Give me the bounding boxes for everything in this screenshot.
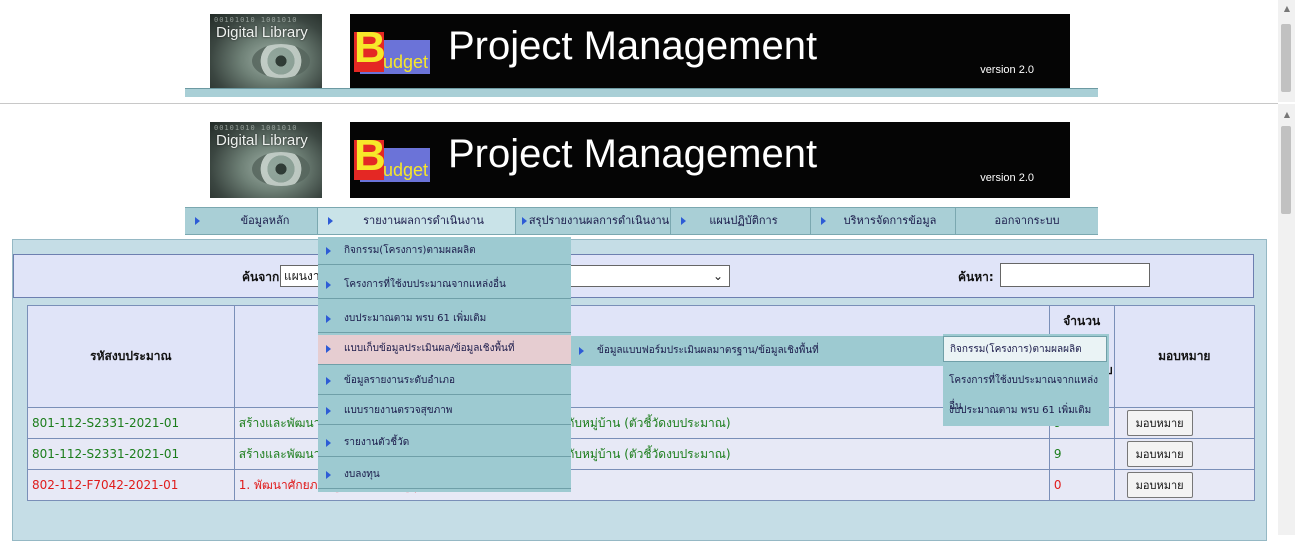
- menu-item-district-report[interactable]: ข้อมูลรายงานระดับอำเภอ: [318, 367, 571, 395]
- version-label: version 2.0: [980, 172, 1034, 184]
- logo-udget: udget: [383, 160, 429, 180]
- report-dropdown-menu: กิจกรรม(โครงการ)ตามผลผลิต โครงการที่ใช้ง…: [318, 237, 571, 492]
- logo-b: B: [354, 23, 386, 72]
- arrow-right-icon: [579, 347, 584, 355]
- budget-logo-banner: B udget Project Management version 2.0: [350, 14, 1070, 90]
- header-assign: มอบหมาย: [1113, 305, 1256, 408]
- submenu-item-budget-act-61[interactable]: งบประมาณตาม พรบ 61 เพิ่มเติม: [943, 398, 1109, 424]
- arrow-right-icon: [326, 407, 331, 415]
- binary-pattern: 00101010 1001010: [214, 16, 298, 24]
- assign-button[interactable]: มอบหมาย: [1126, 441, 1193, 467]
- scroll-up-icon[interactable]: ▲: [1281, 4, 1293, 13]
- nav-performance-summary[interactable]: สรุปรายงานผลการดำเนินงาน: [516, 208, 671, 234]
- table-row: 802-112-F7042-2021-01 1. พัฒนาศักยภาพผู้…: [27, 469, 1256, 501]
- budget-code-cell: 802-112-F7042-2021-01: [27, 469, 235, 501]
- top-frame-scroll-thumb[interactable]: [1281, 24, 1291, 92]
- arrow-right-icon: [821, 217, 826, 225]
- count-cell: 9: [1048, 438, 1115, 470]
- app-title: Project Management: [448, 132, 818, 176]
- nav-performance-report[interactable]: รายงานผลการดำเนินงาน: [318, 208, 516, 234]
- nav-master-data[interactable]: ข้อมูลหลัก: [185, 208, 318, 234]
- menu-item-activity-output[interactable]: กิจกรรม(โครงการ)ตามผลผลิต: [318, 237, 571, 265]
- arrow-right-icon: [522, 217, 527, 225]
- search-bar: ค้นจาก แผนงา ⌄ ค้นหา:: [13, 254, 1254, 298]
- menu-item-indicator-report[interactable]: รายงานตัวชี้วัด: [318, 429, 571, 457]
- version-label: version 2.0: [980, 64, 1034, 76]
- digital-library-label: Digital Library: [216, 24, 308, 41]
- arrow-right-icon: [326, 247, 331, 255]
- digital-library-label: Digital Library: [216, 132, 308, 149]
- menu-item-investment[interactable]: งบลงทุน: [318, 461, 571, 489]
- budget-logo-banner: B udget Project Management version 2.0: [350, 122, 1070, 198]
- nav-data-management[interactable]: บริหารจัดการข้อมูล: [811, 208, 956, 234]
- eye-icon: [252, 44, 310, 78]
- frame-divider: [0, 103, 1278, 104]
- search-input[interactable]: [1000, 263, 1150, 287]
- nav-logout[interactable]: ออกจากระบบ: [956, 208, 1098, 234]
- eye-icon: [252, 152, 310, 186]
- menu-item-budget-act-61[interactable]: งบประมาณตาม พรบ 61 เพิ่มเติม: [318, 305, 571, 333]
- arrow-right-icon: [326, 377, 331, 385]
- budget-code-cell: 801-112-S2331-2021-01: [27, 438, 235, 470]
- binary-pattern: 00101010 1001010: [214, 124, 298, 132]
- assign-button[interactable]: มอบหมาย: [1126, 472, 1193, 498]
- main-frame-scroll-thumb[interactable]: [1281, 126, 1291, 214]
- table-row: 801-112-S2331-2021-01 สร้างและพัฒนาผู้ น…: [27, 438, 1256, 470]
- evaluation-submenu: ข้อมูลแบบฟอร์มประเมินผลมาตรฐาน/ข้อมูลเชิ…: [571, 336, 943, 366]
- top-frame-banner: 00101010 1001010 Digital Library B udget…: [210, 14, 1070, 90]
- scroll-up-icon[interactable]: ▲: [1281, 110, 1293, 119]
- header-budget-code: รหัสงบประมาณ: [27, 305, 235, 408]
- arrow-right-icon: [326, 315, 331, 323]
- digital-library-image: 00101010 1001010 Digital Library: [210, 14, 322, 90]
- budget-code-cell: 801-112-S2331-2021-01: [27, 407, 235, 439]
- arrow-right-icon: [326, 471, 331, 479]
- logo-udget: udget: [383, 52, 429, 72]
- arrow-right-icon: [195, 217, 200, 225]
- arrow-right-icon: [326, 439, 331, 447]
- nav-action-plan[interactable]: แผนปฏิบัติการ: [671, 208, 811, 234]
- submenu-item-other-budget[interactable]: โครงการที่ใช้งบประมาณจากแหล่งอื่น: [943, 368, 1109, 412]
- arrow-right-icon: [681, 217, 686, 225]
- menu-item-evaluation-form[interactable]: แบบเก็บข้อมูลประเมินผล/ข้อมูลเชิงพื้นที่: [318, 335, 571, 365]
- menu-item-health-check[interactable]: แบบรายงานตรวจสุขภาพ: [318, 397, 571, 425]
- logo-b: B: [354, 131, 386, 180]
- submenu-item-standard-evaluation[interactable]: ข้อมูลแบบฟอร์มประเมินผลมาตรฐาน/ข้อมูลเชิ…: [571, 336, 943, 366]
- digital-library-image: 00101010 1001010 Digital Library: [210, 122, 322, 198]
- search-from-label: ค้นจาก: [242, 270, 280, 284]
- search-label: ค้นหา:: [958, 270, 994, 284]
- arrow-right-icon: [328, 217, 333, 225]
- menu-item-other-budget[interactable]: โครงการที่ใช้งบประมาณจากแหล่งอื่น: [318, 271, 571, 299]
- standard-evaluation-submenu: กิจกรรม(โครงการ)ตามผลผลิต โครงการที่ใช้ง…: [943, 334, 1109, 426]
- app-title: Project Management: [448, 24, 818, 68]
- main-banner: 00101010 1001010 Digital Library B udget…: [210, 122, 1070, 198]
- arrow-right-icon: [326, 345, 331, 353]
- main-navbar: ข้อมูลหลัก รายงานผลการดำเนินงาน สรุปรายง…: [185, 207, 1098, 235]
- assign-button[interactable]: มอบหมาย: [1126, 410, 1193, 436]
- count-cell: 0: [1048, 469, 1115, 501]
- submenu-item-activity-output[interactable]: กิจกรรม(โครงการ)ตามผลผลิต: [943, 336, 1107, 362]
- top-frame-navbar: [185, 88, 1098, 97]
- chevron-down-icon: ⌄: [712, 269, 723, 283]
- arrow-right-icon: [326, 281, 331, 289]
